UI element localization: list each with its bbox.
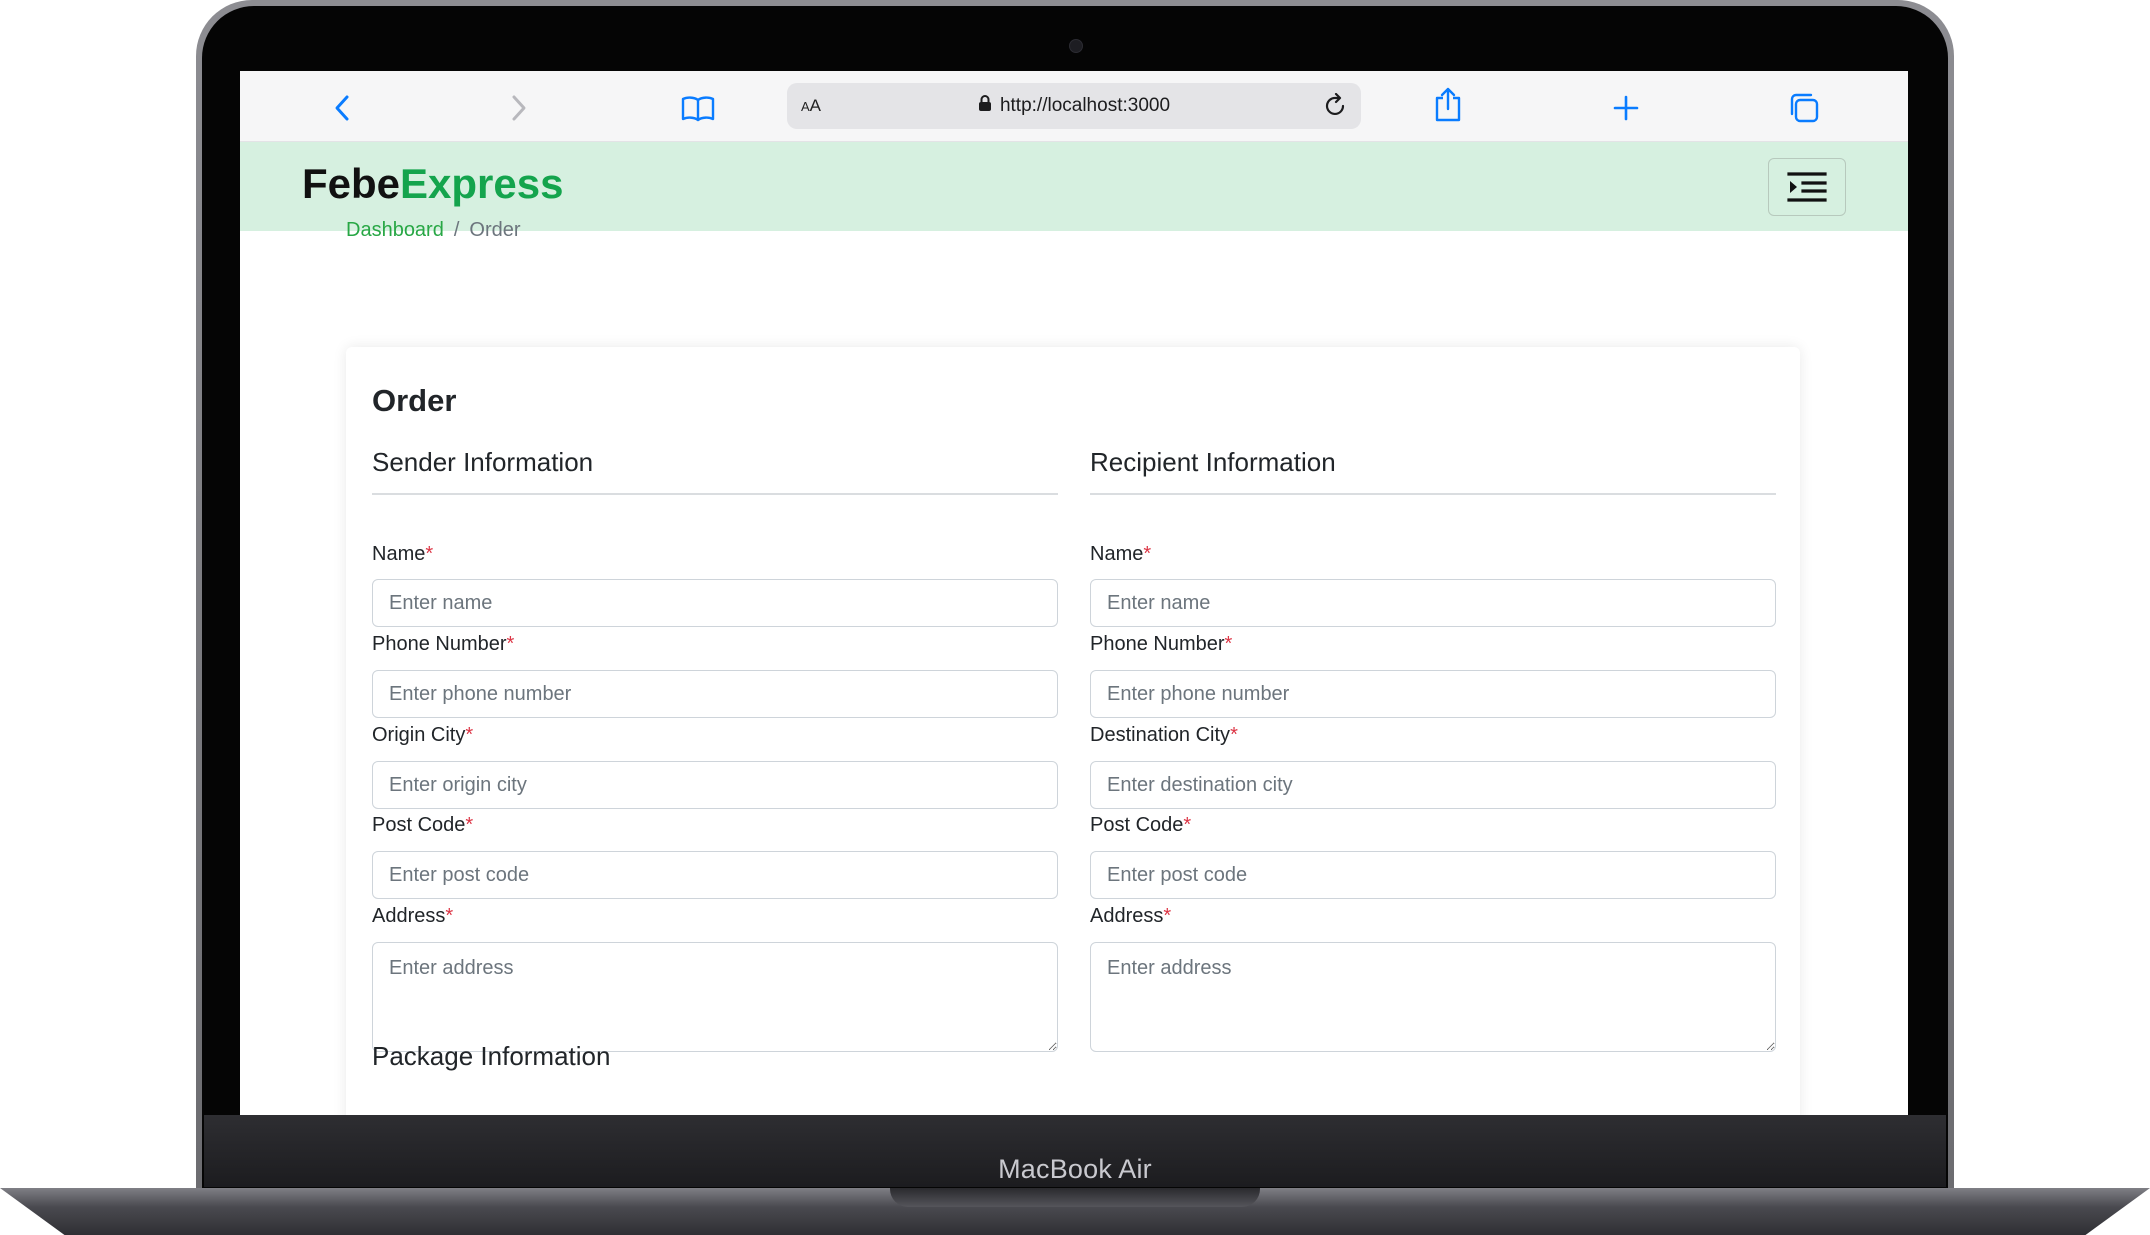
sender-post-code-input[interactable] <box>372 851 1058 899</box>
recipient-section-title: Recipient Information <box>1090 447 1336 477</box>
recipient-phone-label: Phone Number* <box>1090 633 1233 655</box>
sender-address-label: Address* <box>372 905 454 927</box>
recipient-destination-city-input[interactable] <box>1090 761 1776 809</box>
device-label: MacBook Air <box>998 1154 1152 1184</box>
sender-origin-city-input[interactable] <box>372 761 1058 809</box>
breadcrumb-separator: / <box>453 219 460 241</box>
order-card: Order Sender Information Name* Phone Num… <box>346 347 1800 1115</box>
sender-name-label: Name* <box>372 543 434 565</box>
page-title: Order <box>372 383 457 418</box>
recipient-phone-input[interactable] <box>1090 670 1776 718</box>
recipient-name-input[interactable] <box>1090 579 1776 627</box>
sender-post-code-label: Post Code* <box>372 814 474 836</box>
package-section-title: Package Information <box>372 1041 611 1071</box>
recipient-section: Recipient Information Name* Phone Number… <box>1090 443 1776 1052</box>
section-divider <box>372 493 1058 495</box>
breadcrumb-dashboard-link[interactable]: Dashboard <box>346 219 444 241</box>
sender-section-title: Sender Information <box>372 447 594 477</box>
recipient-post-code-label: Post Code* <box>1090 814 1192 836</box>
recipient-post-code-input[interactable] <box>1090 851 1776 899</box>
recipient-address-textarea[interactable] <box>1090 942 1776 1052</box>
sender-name-input[interactable] <box>372 579 1058 627</box>
recipient-destination-city-label: Destination City* <box>1090 724 1238 746</box>
breadcrumb: Dashboard / Order <box>346 219 521 242</box>
sender-phone-label: Phone Number* <box>372 633 515 655</box>
sender-address-textarea[interactable] <box>372 942 1058 1052</box>
laptop-hinge-notch <box>890 1188 1260 1207</box>
recipient-name-label: Name* <box>1090 543 1152 565</box>
camera-icon <box>1069 39 1083 53</box>
recipient-address-label: Address* <box>1090 905 1172 927</box>
sender-origin-city-label: Origin City* <box>372 724 474 746</box>
breadcrumb-current: Order <box>469 219 521 241</box>
section-divider <box>1090 493 1776 495</box>
page-content: Dashboard / Order Order Sender Information… <box>240 71 1908 1115</box>
sender-section: Sender Information Name* Phone Number* O… <box>372 443 1058 1052</box>
sender-phone-input[interactable] <box>372 670 1058 718</box>
